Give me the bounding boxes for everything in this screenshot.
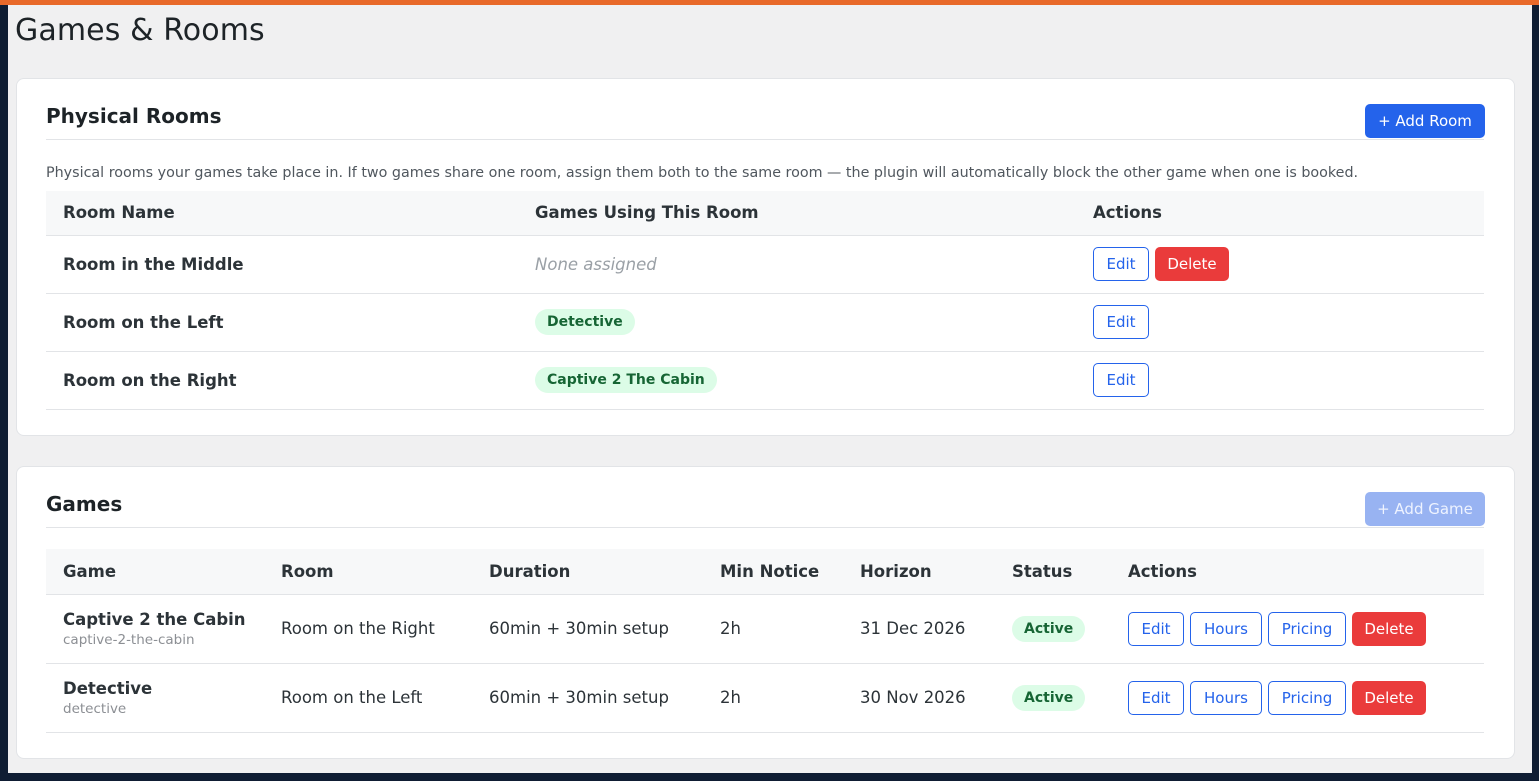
games-title: Games xyxy=(46,492,123,516)
game-horizon: 30 Nov 2026 xyxy=(843,663,995,733)
edit-game-button[interactable]: Edit xyxy=(1128,611,1184,646)
rooms-table-header: Room Name Games Using This Room Actions xyxy=(46,191,1484,236)
table-row: Room in the Middle None assigned Edit De… xyxy=(46,235,1484,294)
game-duration: 60min + 30min setup xyxy=(472,663,703,733)
add-room-button[interactable]: + Add Room xyxy=(1365,104,1485,138)
room-games-none: None assigned xyxy=(535,254,657,274)
game-min-notice: 2h xyxy=(703,594,843,664)
physical-rooms-title: Physical Rooms xyxy=(46,104,222,128)
room-name: Room on the Left xyxy=(46,293,518,352)
room-name: Room in the Middle xyxy=(46,235,518,294)
game-slug: captive-2-the-cabin xyxy=(63,631,195,648)
delete-room-button[interactable]: Delete xyxy=(1155,247,1229,281)
game-pricing-button[interactable]: Pricing xyxy=(1268,611,1346,646)
game-pricing-button[interactable]: Pricing xyxy=(1268,680,1346,715)
table-row: Room on the Left Detective Edit xyxy=(46,293,1484,352)
column-header-actions: Actions xyxy=(1076,191,1484,236)
game-room: Room on the Left xyxy=(264,663,472,733)
column-header-status: Status xyxy=(995,549,1111,595)
status-badge: Active xyxy=(1012,615,1086,642)
games-table: Game Room Duration Min Notice Horizon St… xyxy=(46,549,1484,733)
physical-rooms-card: Physical Rooms + Add Room Physical rooms… xyxy=(16,78,1515,436)
column-header-room-name: Room Name xyxy=(46,191,518,236)
column-header-actions: Actions xyxy=(1111,549,1484,595)
delete-game-button[interactable]: Delete xyxy=(1352,611,1426,646)
game-hours-button[interactable]: Hours xyxy=(1190,680,1262,715)
room-game-badge: Captive 2 The Cabin xyxy=(535,367,717,393)
status-badge: Active xyxy=(1012,684,1086,711)
card-header-divider xyxy=(46,527,1484,528)
column-header-horizon: Horizon xyxy=(843,549,995,595)
card-header-divider xyxy=(46,139,1484,140)
page-title: Games & Rooms xyxy=(15,13,265,48)
game-min-notice: 2h xyxy=(703,663,843,733)
column-header-min-notice: Min Notice xyxy=(703,549,843,595)
game-duration: 60min + 30min setup xyxy=(472,594,703,664)
column-header-room: Room xyxy=(264,549,472,595)
game-hours-button[interactable]: Hours xyxy=(1190,611,1262,646)
table-row: Detective detective Room on the Left 60m… xyxy=(46,663,1484,733)
edit-room-button[interactable]: Edit xyxy=(1093,247,1149,281)
column-header-duration: Duration xyxy=(472,549,703,595)
game-name: Captive 2 the Cabin xyxy=(63,609,246,629)
game-horizon: 31 Dec 2026 xyxy=(843,594,995,664)
game-slug: detective xyxy=(63,700,127,717)
column-header-game: Game xyxy=(46,549,264,595)
table-row: Captive 2 the Cabin captive-2-the-cabin … xyxy=(46,594,1484,664)
game-room: Room on the Right xyxy=(264,594,472,664)
room-name: Room on the Right xyxy=(46,351,518,410)
add-game-button[interactable]: + Add Game xyxy=(1365,492,1485,526)
rooms-table: Room Name Games Using This Room Actions … xyxy=(46,191,1484,410)
table-row: Room on the Right Captive 2 The Cabin Ed… xyxy=(46,351,1484,410)
admin-page: Games & Rooms Physical Rooms + Add Room … xyxy=(8,5,1532,773)
edit-game-button[interactable]: Edit xyxy=(1128,680,1184,715)
delete-game-button[interactable]: Delete xyxy=(1352,680,1426,715)
room-game-badge: Detective xyxy=(535,309,635,335)
rooms-description: Physical rooms your games take place in.… xyxy=(46,165,1359,181)
games-card: Games + Add Game Game Room Duration Min … xyxy=(16,466,1515,759)
edit-room-button[interactable]: Edit xyxy=(1093,363,1149,397)
game-name: Detective xyxy=(63,678,153,698)
column-header-games-using-room: Games Using This Room xyxy=(518,191,1076,236)
games-table-header: Game Room Duration Min Notice Horizon St… xyxy=(46,549,1484,595)
edit-room-button[interactable]: Edit xyxy=(1093,305,1149,339)
